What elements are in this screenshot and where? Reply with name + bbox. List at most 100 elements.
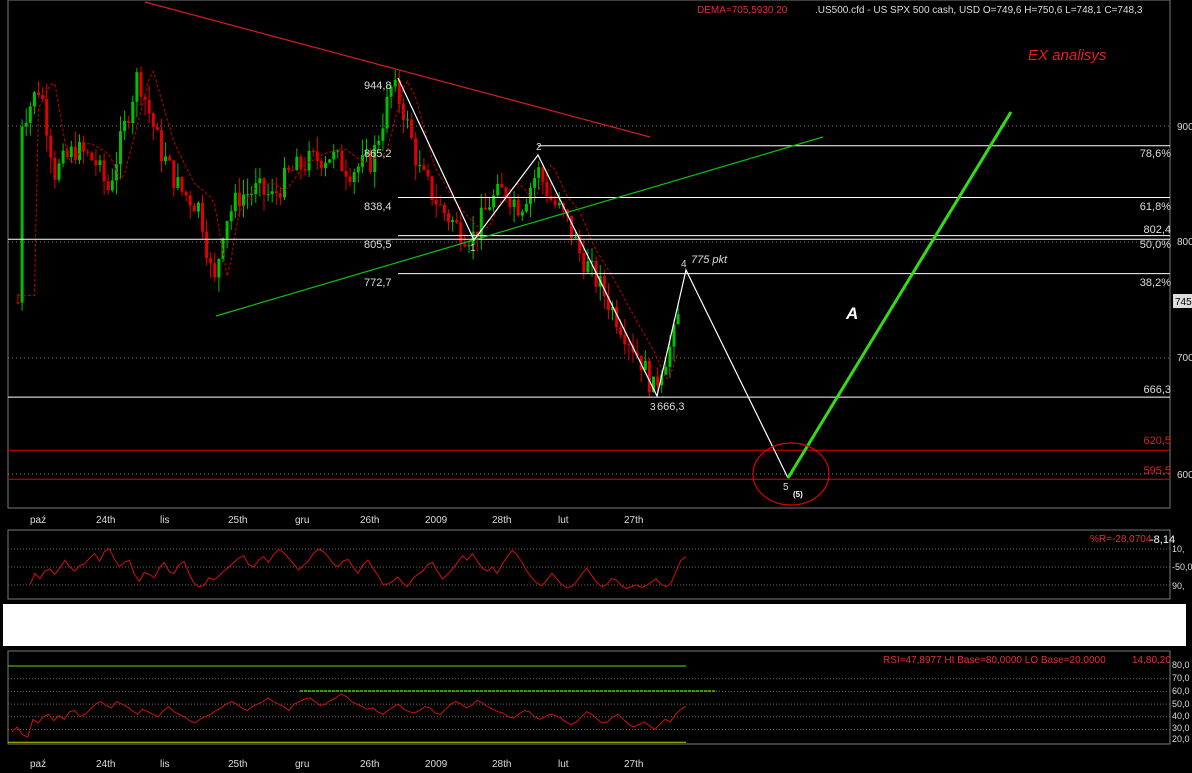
candle-body (340, 150, 344, 172)
candle-body (459, 222, 463, 245)
candle-body (20, 126, 24, 303)
candle-body (488, 207, 491, 210)
candle-body (315, 151, 319, 161)
candle-body (508, 197, 512, 207)
fib-label-786: 78,6% (1140, 148, 1171, 160)
price-panel[interactable]: DEMA=705,5930 20 .US500.cfd - US SPX 500… (7, 0, 1192, 509)
candle-body (69, 146, 73, 158)
candle-body (381, 128, 385, 141)
candle-body (311, 150, 315, 152)
wave-5-degree-label: (5) (793, 490, 803, 499)
candle-body (434, 199, 438, 205)
time-tick: 25th (228, 515, 247, 526)
level-label-805: 805,5 (364, 239, 392, 251)
candle-body (225, 221, 229, 239)
candle-body (344, 171, 348, 177)
analysis-title: EX analisys (1028, 47, 1107, 64)
candle-body (205, 231, 209, 259)
candle-body (496, 183, 500, 196)
time-tick: paź (30, 515, 46, 526)
candle-body (570, 215, 573, 238)
candle-body (135, 72, 139, 102)
candle-body (114, 164, 118, 181)
candle-body (188, 195, 192, 206)
candle-body (53, 157, 57, 180)
candle-body (37, 92, 40, 96)
rsi-label: RSI=47,8977 HI Base=80,0000 LO Base=20,0… (883, 655, 1106, 666)
candle-body (582, 252, 586, 273)
rsi-tick: 80,0 (1172, 660, 1190, 670)
candle-body (172, 160, 176, 188)
candle-body (155, 127, 159, 131)
candle-body (270, 191, 274, 195)
candle-body (217, 259, 221, 278)
candle-body (151, 113, 155, 128)
level-label-595: 595,5 (1143, 465, 1171, 477)
candle-body (549, 196, 553, 201)
price-tick-800: 800 (1177, 237, 1192, 248)
candle-body (139, 72, 143, 97)
projection-label-a: A (845, 304, 858, 323)
candle-body (647, 360, 651, 393)
candle-body (213, 263, 217, 278)
price-panel-frame (7, 0, 1171, 509)
candle-body (90, 152, 94, 161)
candle-body (131, 101, 135, 124)
candle-body (78, 142, 81, 161)
fib-label-618: 61,8% (1140, 201, 1171, 213)
candle-body (619, 327, 623, 335)
candle-body (266, 194, 270, 196)
symbol-label: .US500.cfd - US SPX 500 cash, USD O=749,… (815, 5, 1143, 16)
candle-body (299, 156, 303, 169)
rsi-tick: 50,0 (1172, 699, 1190, 709)
candle-body (414, 138, 418, 166)
rsi-panel[interactable]: RSI=47,8977 HI Base=80,0000 LO Base=20,0… (7, 650, 1190, 745)
candle-body (49, 135, 53, 158)
candle-body (643, 360, 647, 371)
candle-body (147, 99, 151, 114)
candle-body (451, 220, 455, 222)
candle-body (586, 261, 590, 273)
candle-body (438, 204, 442, 206)
wave-1-label: 1 (470, 243, 476, 254)
rsi-tick: 30,0 (1172, 723, 1190, 733)
candle-body (86, 151, 90, 153)
candle-body (246, 194, 250, 196)
price-tick-600: 600 (1177, 470, 1192, 481)
candle-body (385, 96, 389, 129)
candle-body (336, 150, 340, 152)
candle-body (537, 167, 541, 179)
candle-body (28, 106, 32, 123)
candle-body (196, 202, 200, 212)
candle-body (328, 159, 332, 163)
candle-body (332, 151, 336, 160)
candle-body (123, 120, 127, 132)
williams-r-panel[interactable]: %R=-28,0704 -8,14 10, -50,0 90, (7, 529, 1192, 600)
candle-body (127, 120, 131, 124)
candle-body (442, 204, 446, 214)
candle-body (16, 302, 20, 304)
wave-4-note: 775 pkt (691, 254, 728, 266)
candle-body (356, 166, 360, 173)
rsi-tick: 70,0 (1172, 673, 1190, 683)
time-tick: lut (558, 759, 569, 770)
wave-3-value-label: 666,3 (657, 401, 685, 413)
williams-r-tick: 10, (1172, 544, 1185, 554)
candle-body (512, 199, 516, 207)
wave-5-label: 5 (783, 482, 789, 493)
candle-body (176, 177, 180, 188)
candle-body (410, 119, 414, 139)
candle-body (520, 211, 524, 216)
level-label-802: 802,4 (1143, 224, 1171, 236)
candle-body (627, 344, 631, 346)
current-price-label: 745 (1175, 297, 1192, 308)
candle-body (291, 169, 295, 171)
williams-r-label: %R=-28,0704 (1090, 534, 1152, 545)
rsi-overlay-values: 14,80,20 (1132, 655, 1171, 666)
level-label-666: 666,3 (1143, 384, 1171, 396)
wave-4-label: 4 (681, 259, 687, 270)
candle-body (430, 176, 434, 200)
rsi-tick: 20,0 (1172, 734, 1190, 744)
williams-r-frame (7, 529, 1171, 600)
fib-label-500: 50,0% (1140, 239, 1171, 251)
